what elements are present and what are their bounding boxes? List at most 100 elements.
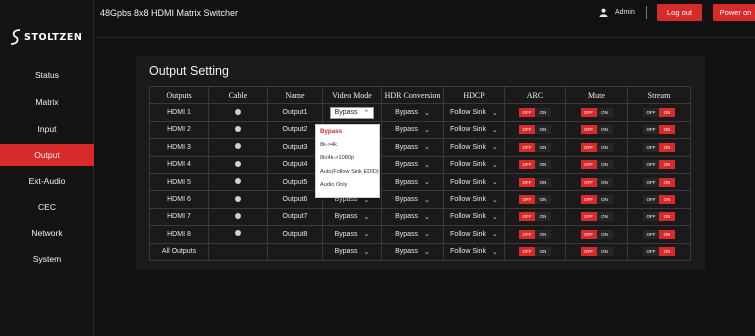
all-mute-on-label[interactable]: ON bbox=[596, 247, 613, 257]
stream-toggle[interactable]: OFF ON bbox=[643, 229, 675, 239]
arc-on-label[interactable]: ON bbox=[535, 108, 551, 118]
mute-off-label[interactable]: OFF bbox=[580, 108, 597, 118]
mute-toggle[interactable]: OFF ON bbox=[580, 195, 613, 205]
all-video-mode-select[interactable]: Bypass ⌄ bbox=[335, 248, 370, 256]
arc-toggle[interactable]: OFF ON bbox=[519, 195, 551, 205]
hdr-conversion-select[interactable]: Bypass ⌄ bbox=[395, 126, 430, 134]
mute-on-label[interactable]: ON bbox=[596, 160, 613, 170]
stream-on-label[interactable]: ON bbox=[659, 177, 675, 187]
mute-on-label[interactable]: ON bbox=[596, 177, 613, 187]
stream-toggle[interactable]: OFF ON bbox=[643, 195, 675, 205]
arc-on-label[interactable]: ON bbox=[535, 195, 551, 205]
stream-off-label[interactable]: OFF bbox=[643, 229, 659, 239]
stream-on-label[interactable]: ON bbox=[659, 108, 675, 118]
sidebar-item-ext-audio[interactable]: Ext-Audio bbox=[0, 170, 94, 192]
arc-toggle[interactable]: OFF ON bbox=[519, 177, 551, 187]
mute-toggle[interactable]: OFF ON bbox=[580, 160, 613, 170]
power-on-button[interactable]: Power on bbox=[713, 4, 755, 21]
arc-toggle[interactable]: OFF ON bbox=[519, 160, 551, 170]
mute-toggle[interactable]: OFF ON bbox=[580, 142, 613, 152]
mute-off-label[interactable]: OFF bbox=[580, 125, 597, 135]
mute-off-label[interactable]: OFF bbox=[580, 142, 597, 152]
hdcp-select[interactable]: Follow Sink ⌄ bbox=[450, 196, 498, 204]
stream-on-label[interactable]: ON bbox=[659, 160, 675, 170]
stream-toggle[interactable]: OFF ON bbox=[643, 142, 675, 152]
stream-on-label[interactable]: ON bbox=[659, 125, 675, 135]
stream-off-label[interactable]: OFF bbox=[643, 160, 659, 170]
sidebar-item-cec[interactable]: CEC bbox=[0, 196, 94, 218]
all-stream-toggle[interactable]: OFF ON bbox=[643, 247, 675, 257]
arc-on-label[interactable]: ON bbox=[535, 212, 551, 222]
mute-on-label[interactable]: ON bbox=[596, 195, 613, 205]
arc-off-label[interactable]: OFF bbox=[519, 195, 535, 205]
video-mode-option[interactable]: 8k->4k bbox=[316, 139, 379, 153]
stream-on-label[interactable]: ON bbox=[659, 195, 675, 205]
mute-off-label[interactable]: OFF bbox=[580, 195, 597, 205]
arc-off-label[interactable]: OFF bbox=[519, 108, 535, 118]
arc-toggle[interactable]: OFF ON bbox=[519, 229, 551, 239]
mute-on-label[interactable]: ON bbox=[596, 108, 613, 118]
hdr-conversion-select[interactable]: Bypass ⌄ bbox=[395, 143, 430, 152]
stream-off-label[interactable]: OFF bbox=[643, 108, 659, 118]
hdcp-select[interactable]: Follow Sink ⌄ bbox=[450, 126, 498, 134]
stream-off-label[interactable]: OFF bbox=[643, 212, 659, 222]
arc-toggle[interactable]: OFF ON bbox=[519, 125, 551, 135]
logout-button[interactable]: Log out bbox=[657, 4, 702, 21]
all-stream-on-label[interactable]: ON bbox=[659, 247, 675, 257]
stream-toggle[interactable]: OFF ON bbox=[643, 212, 675, 222]
all-stream-off-label[interactable]: OFF bbox=[643, 247, 659, 257]
hdr-conversion-select[interactable]: Bypass ⌄ bbox=[395, 161, 430, 169]
sidebar-item-status[interactable]: Status bbox=[0, 64, 94, 86]
all-hdcp-select[interactable]: Follow Sink ⌄ bbox=[450, 248, 498, 256]
mute-on-label[interactable]: ON bbox=[596, 212, 613, 222]
mute-on-label[interactable]: ON bbox=[596, 142, 613, 152]
video-mode-option[interactable]: Auto(Follow Sink EDID) bbox=[316, 166, 379, 180]
all-mute-off-label[interactable]: OFF bbox=[580, 247, 597, 257]
video-mode-option[interactable]: Bypass bbox=[316, 125, 379, 139]
all-arc-on-label[interactable]: ON bbox=[535, 247, 551, 257]
arc-on-label[interactable]: ON bbox=[535, 125, 551, 135]
arc-on-label[interactable]: ON bbox=[535, 142, 551, 152]
hdr-conversion-select[interactable]: Bypass ⌄ bbox=[395, 196, 430, 204]
hdr-conversion-select[interactable]: Bypass ⌄ bbox=[395, 109, 430, 117]
sidebar-item-input[interactable]: Input bbox=[0, 118, 94, 140]
stream-toggle[interactable]: OFF ON bbox=[643, 160, 675, 170]
all-arc-off-label[interactable]: OFF bbox=[519, 247, 535, 257]
mute-off-label[interactable]: OFF bbox=[580, 212, 597, 222]
sidebar-item-matrix[interactable]: Matrix bbox=[0, 91, 94, 113]
hdcp-select[interactable]: Follow Sink ⌄ bbox=[450, 213, 498, 221]
stream-toggle[interactable]: OFF ON bbox=[643, 177, 675, 187]
mute-toggle[interactable]: OFF ON bbox=[580, 125, 613, 135]
sidebar-item-system[interactable]: System bbox=[0, 248, 94, 270]
arc-on-label[interactable]: ON bbox=[535, 229, 551, 239]
stream-toggle[interactable]: OFF ON bbox=[643, 125, 675, 135]
arc-off-label[interactable]: OFF bbox=[519, 229, 535, 239]
stream-toggle[interactable]: OFF ON bbox=[643, 108, 675, 118]
stream-on-label[interactable]: ON bbox=[659, 142, 675, 152]
mute-off-label[interactable]: OFF bbox=[580, 160, 597, 170]
stream-off-label[interactable]: OFF bbox=[643, 177, 659, 187]
stream-off-label[interactable]: OFF bbox=[643, 195, 659, 205]
video-mode-dropdown-menu[interactable]: Bypass 8k->4k 8k/4k->1080p Auto(Follow Sink… bbox=[315, 124, 380, 198]
hdcp-select[interactable]: Follow Sink ⌄ bbox=[450, 178, 498, 187]
mute-toggle[interactable]: OFF ON bbox=[580, 212, 613, 222]
mute-on-label[interactable]: ON bbox=[596, 229, 613, 239]
arc-toggle[interactable]: OFF ON bbox=[519, 108, 551, 118]
all-mute-toggle[interactable]: OFF ON bbox=[580, 247, 613, 257]
hdr-conversion-select[interactable]: Bypass ⌄ bbox=[395, 230, 430, 239]
mute-on-label[interactable]: ON bbox=[596, 125, 613, 135]
video-mode-option[interactable]: 8k/4k->1080p bbox=[316, 152, 379, 166]
arc-off-label[interactable]: OFF bbox=[519, 177, 535, 187]
all-arc-toggle[interactable]: OFF ON bbox=[519, 247, 551, 257]
mute-toggle[interactable]: OFF ON bbox=[580, 177, 613, 187]
stream-on-label[interactable]: ON bbox=[659, 212, 675, 222]
arc-off-label[interactable]: OFF bbox=[519, 212, 535, 222]
sidebar-item-output[interactable]: Output bbox=[0, 144, 94, 166]
video-mode-select[interactable]: Bypass ⌃ bbox=[329, 106, 375, 119]
arc-on-label[interactable]: ON bbox=[535, 160, 551, 170]
arc-toggle[interactable]: OFF ON bbox=[519, 142, 551, 152]
arc-off-label[interactable]: OFF bbox=[519, 125, 535, 135]
video-mode-select[interactable]: Bypass ⌄ bbox=[335, 213, 370, 221]
video-mode-option[interactable]: Audio Only bbox=[316, 179, 379, 193]
arc-off-label[interactable]: OFF bbox=[519, 160, 535, 170]
